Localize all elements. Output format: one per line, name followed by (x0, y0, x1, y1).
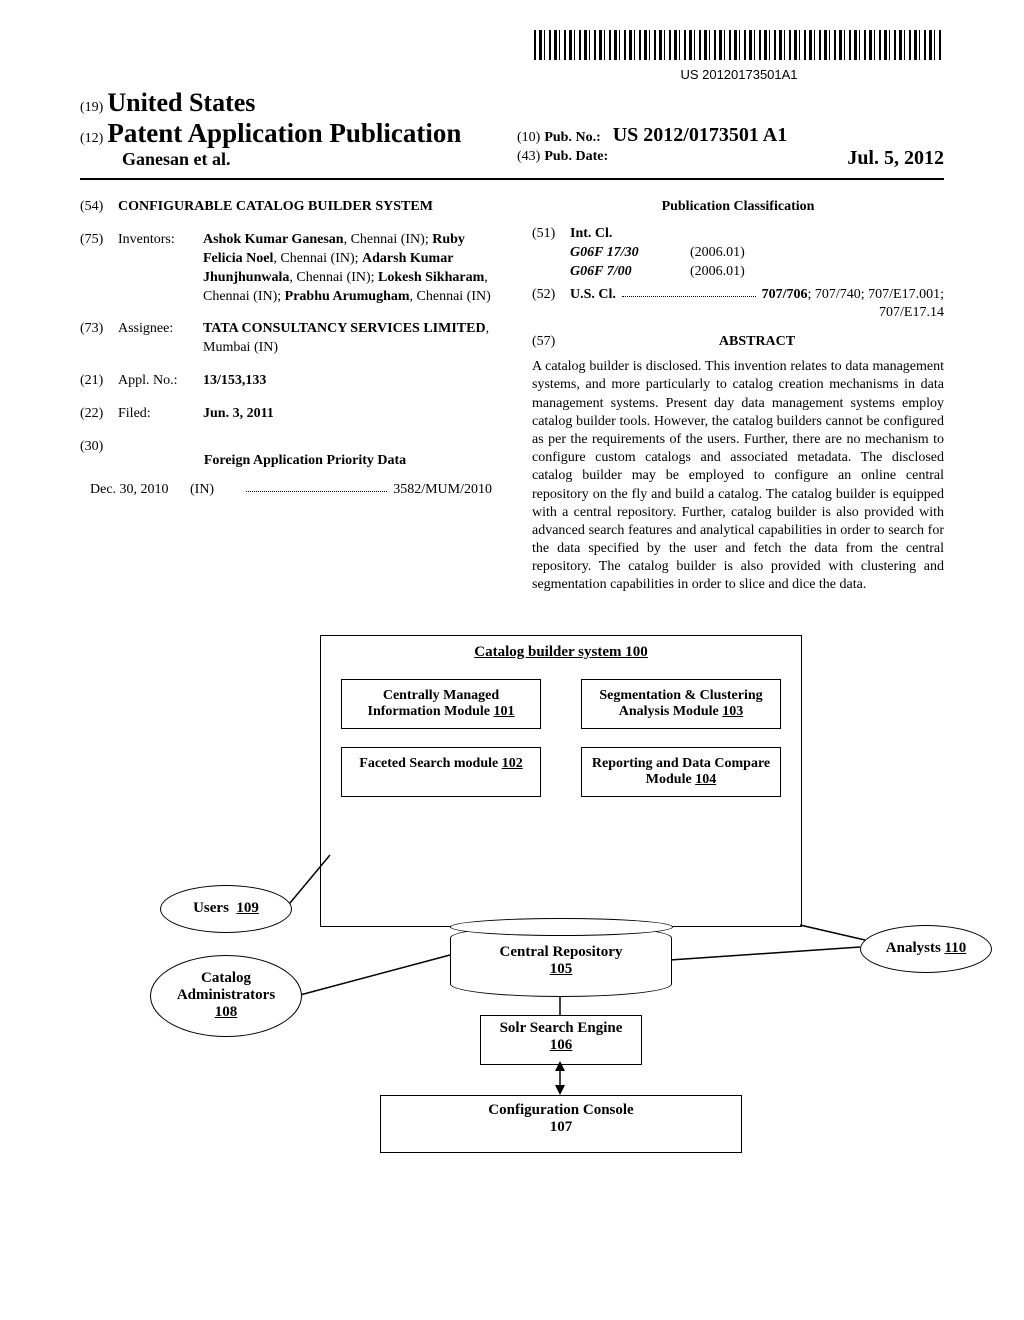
dots-line (246, 481, 387, 492)
abstract-body: A catalog builder is disclosed. This inv… (532, 358, 944, 594)
intcl-1-ver: (2006.01) (690, 244, 745, 263)
config-console: Configuration Console107 (380, 1095, 742, 1153)
filed-label: Filed: (118, 405, 203, 424)
applno-label: Appl. No.: (118, 372, 203, 391)
pub-date: Jul. 5, 2012 (847, 147, 944, 170)
intcl-2-name: G06F 7/00 (570, 263, 690, 282)
invention-title: CONFIGURABLE CATALOG BUILDER SYSTEM (118, 198, 492, 217)
code-43: (43) (517, 149, 540, 164)
country-label: United States (107, 88, 255, 117)
solr-engine: Solr Search Engine106 (480, 1015, 642, 1065)
author-line: Ganesan et al. (80, 149, 507, 170)
dots-line (622, 286, 756, 297)
figure-1: Catalog builder system 100 Centrally Man… (80, 625, 944, 1185)
foreign-head: Foreign Application Priority Data (118, 452, 492, 471)
module-103: Segmentation & Clustering Analysis Modul… (581, 679, 781, 729)
barcode-icon (534, 30, 944, 60)
foreign-num: 3582/MUM/2010 (393, 481, 492, 500)
code-10: (10) (517, 130, 540, 145)
foreign-date: Dec. 30, 2010 (80, 481, 190, 500)
foreign-country: (IN) (190, 481, 240, 500)
abstract-head: ABSTRACT (570, 333, 944, 352)
admins-ellipse: Catalog Administrators108 (150, 955, 302, 1037)
assignee-code: (73) (80, 320, 118, 358)
title-code: (54) (80, 198, 118, 217)
pub-no-label: Pub. No.: (544, 130, 600, 145)
filed-value: Jun. 3, 2011 (203, 405, 492, 424)
system-box: Catalog builder system 100 Centrally Man… (320, 635, 802, 927)
intcl-code: (51) (532, 225, 570, 282)
module-104: Reporting and Data Compare Module 104 (581, 747, 781, 797)
abstract-code: (57) (532, 333, 570, 358)
patent-page: US 20120173501A1 (19) United States (12)… (0, 0, 1024, 1225)
inventors-label: Inventors: (118, 231, 203, 307)
pub-date-label: Pub. Date: (544, 149, 608, 164)
inventors-value: Ashok Kumar Ganesan, Chennai (IN); Ruby … (203, 231, 492, 307)
users-ellipse: Users 109 (160, 885, 292, 933)
intcl-1-name: G06F 17/30 (570, 244, 690, 263)
central-repository: Central Repository105 (450, 925, 672, 997)
module-102: Faceted Search module 102 (341, 747, 541, 797)
filed-code: (22) (80, 405, 118, 424)
foreign-priority-block: (30) Foreign Application Priority Data D… (80, 438, 492, 500)
uscl-value-rest: ; 707/740; 707/E17.001;707/E17.14 (808, 287, 945, 321)
pub-class-head: Publication Classification (532, 198, 944, 217)
system-title: Catalog builder system 100 (321, 644, 801, 661)
header: (19) United States (12) Patent Applicati… (80, 88, 944, 180)
uscl-code: (52) (532, 286, 570, 324)
analysts-ellipse: Analysts 110 (860, 925, 992, 973)
inventors-code: (75) (80, 231, 118, 307)
applno-value: 13/153,133 (203, 372, 492, 391)
applno-code: (21) (80, 372, 118, 391)
intcl-label: Int. Cl. (570, 225, 944, 244)
uscl-label: U.S. Cl. (570, 286, 616, 324)
module-101: Centrally Managed Information Module 101 (341, 679, 541, 729)
intcl-2-ver: (2006.01) (690, 263, 745, 282)
code-19: (19) (80, 100, 103, 115)
code-12: (12) (80, 131, 103, 146)
barcode-number: US 20120173501A1 (534, 67, 944, 82)
assignee-value: TATA CONSULTANCY SERVICES LIMITED, Mumba… (203, 320, 492, 358)
foreign-code: (30) (80, 438, 118, 481)
bibliographic-data: (54) CONFIGURABLE CATALOG BUILDER SYSTEM… (80, 198, 944, 595)
barcode-block: US 20120173501A1 (80, 30, 944, 84)
assignee-label: Assignee: (118, 320, 203, 358)
pub-no: US 2012/0173501 A1 (613, 124, 787, 146)
publication-type: Patent Application Publication (107, 118, 461, 148)
